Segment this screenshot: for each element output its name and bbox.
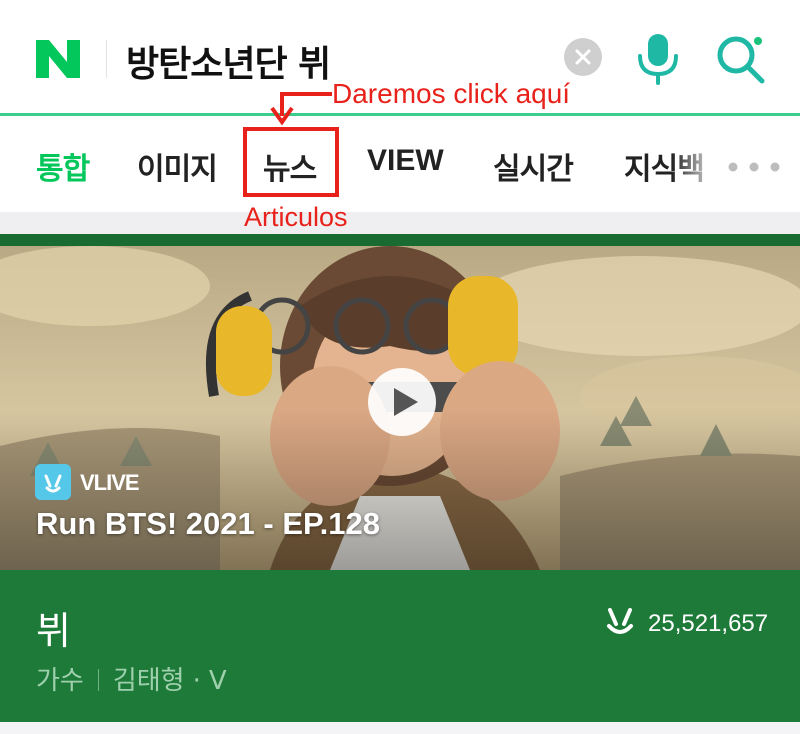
tab-fade xyxy=(672,130,732,190)
vlive-label: VLIVE xyxy=(80,470,140,495)
card-top-bar xyxy=(0,234,800,246)
tab-images[interactable]: 이미지 xyxy=(137,144,218,188)
naver-logo-icon[interactable] xyxy=(34,38,82,80)
artist-alias: V xyxy=(208,666,227,696)
annotation-arrow-icon xyxy=(270,92,332,126)
video-title[interactable]: Run BTS! 2021 - EP.128 xyxy=(36,506,380,542)
artist-name[interactable]: 뷔 xyxy=(36,600,71,655)
lens-search-icon[interactable] xyxy=(712,30,770,86)
artist-role: 가수 xyxy=(36,666,84,696)
clear-button[interactable] xyxy=(564,38,602,76)
more-tabs-icon[interactable] xyxy=(728,162,780,172)
play-icon[interactable] xyxy=(366,366,438,438)
vlive-icon xyxy=(35,464,71,500)
tab-all[interactable]: 통합 xyxy=(36,144,90,188)
artist-info-panel xyxy=(0,570,800,722)
microphone-icon[interactable] xyxy=(632,30,684,86)
tab-realtime[interactable]: 실시간 xyxy=(493,144,574,188)
annotation-top-text: Daremos click aquí xyxy=(332,78,571,109)
annotation-highlight-box xyxy=(243,127,339,197)
vlive-fans-icon xyxy=(607,608,633,634)
meta-dot: · xyxy=(192,666,201,696)
logo-divider xyxy=(106,40,107,78)
fan-count: 25,521,657 xyxy=(648,610,769,637)
artist-meta: 가수 김태형 · V xyxy=(36,660,227,697)
section-separator xyxy=(0,212,800,234)
artist-realname: 김태형 xyxy=(112,666,185,696)
bottom-separator xyxy=(0,722,800,734)
annotation-bottom-text: Articulos xyxy=(244,202,348,232)
meta-divider xyxy=(97,669,99,691)
tab-view[interactable]: VIEW xyxy=(367,144,444,178)
clear-icon xyxy=(575,49,591,65)
